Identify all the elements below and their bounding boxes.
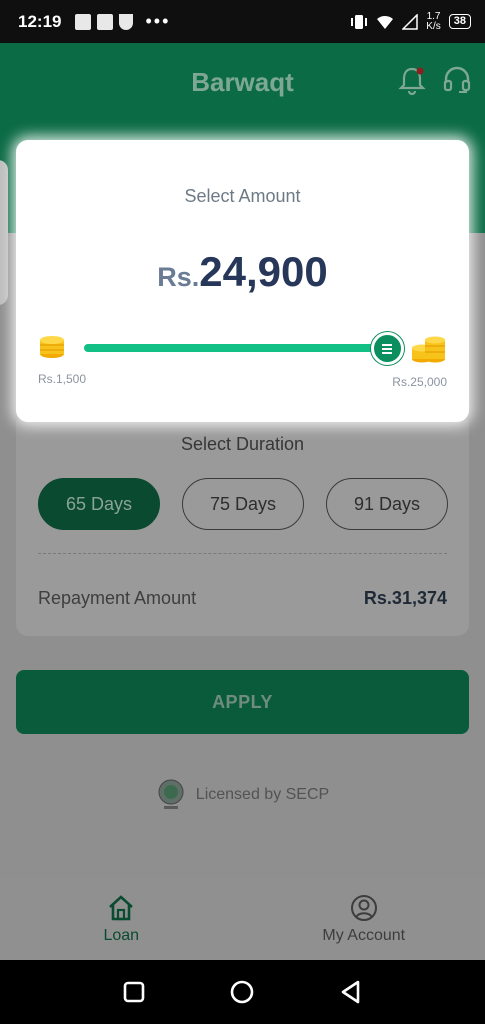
recents-button-icon[interactable] [121, 979, 147, 1005]
status-time: 12:19 [18, 11, 62, 31]
nav-label-my-account: My Account [322, 927, 406, 944]
nav-item-my-account[interactable]: My Account [243, 878, 485, 960]
coin-stack-large-icon [412, 336, 445, 363]
bottom-nav: Loan My Account [0, 878, 485, 960]
duration-option-91[interactable]: 91 Days [326, 478, 448, 530]
home-button-icon[interactable] [229, 979, 255, 1005]
wifi-icon [377, 15, 394, 29]
min-amount-label: Rs.1,500 [38, 372, 87, 386]
duration-label: Select Duration [180, 434, 305, 454]
net-speed-value: 1.7 [426, 10, 441, 22]
duration-option-75[interactable]: 75 Days [182, 478, 304, 530]
apply-button[interactable]: APPLY [16, 670, 469, 734]
back-button-icon[interactable] [338, 979, 364, 1005]
net-speed-unit: K/s [426, 20, 441, 32]
amount-card: Select Amount Rs.24,900 Rs.1,500 Rs.25,0… [16, 140, 469, 422]
license-text: Licensed by SECP [195, 786, 330, 803]
notification-icons: ••• [75, 11, 170, 32]
divider [38, 553, 447, 554]
amount-label: Select Amount [184, 186, 301, 206]
app-notification-icon [97, 13, 114, 30]
status-right: 1.7 K/s 38 [350, 10, 471, 32]
repayment-label: Repayment Amount [38, 588, 197, 608]
vibrate-icon [351, 14, 368, 29]
nav-item-loan[interactable]: Loan [0, 878, 243, 960]
amount-display: Rs.24,900 [16, 248, 469, 296]
status-bar: 12:19 ••• 1.7 K/s 38 [0, 0, 485, 43]
amount-value: 24,900 [199, 248, 328, 295]
battery-indicator: 38 [448, 14, 471, 29]
more-notifications-icon: ••• [145, 11, 171, 31]
repayment-value: Rs.31,374 [363, 588, 447, 608]
max-amount-label: Rs.25,000 [392, 375, 447, 389]
duration-card: Select Duration 65 Days 75 Days 91 Days … [16, 420, 469, 636]
news-notification-icon [75, 13, 92, 30]
user-circle-icon [350, 895, 377, 921]
secp-logo-icon [158, 779, 184, 809]
shield-icon [119, 13, 134, 30]
notification-bell-icon[interactable] [398, 65, 426, 95]
amount-slider-track[interactable] [84, 344, 390, 352]
duration-option-65[interactable]: 65 Days [38, 478, 160, 530]
license-note: Licensed by SECP [0, 778, 485, 812]
card-edge [0, 160, 8, 305]
amount-slider-thumb[interactable] [370, 332, 404, 365]
system-nav-bar [0, 960, 485, 1024]
home-icon [109, 895, 134, 921]
net-speed: 1.7 K/s [426, 10, 441, 32]
nav-label-loan: Loan [103, 927, 140, 944]
currency-prefix: Rs. [157, 262, 200, 292]
coin-stack-small-icon [40, 336, 64, 358]
signal-icon [402, 13, 419, 30]
duration-options: 65 Days 75 Days 91 Days [38, 478, 448, 530]
support-headset-icon[interactable] [442, 65, 472, 95]
